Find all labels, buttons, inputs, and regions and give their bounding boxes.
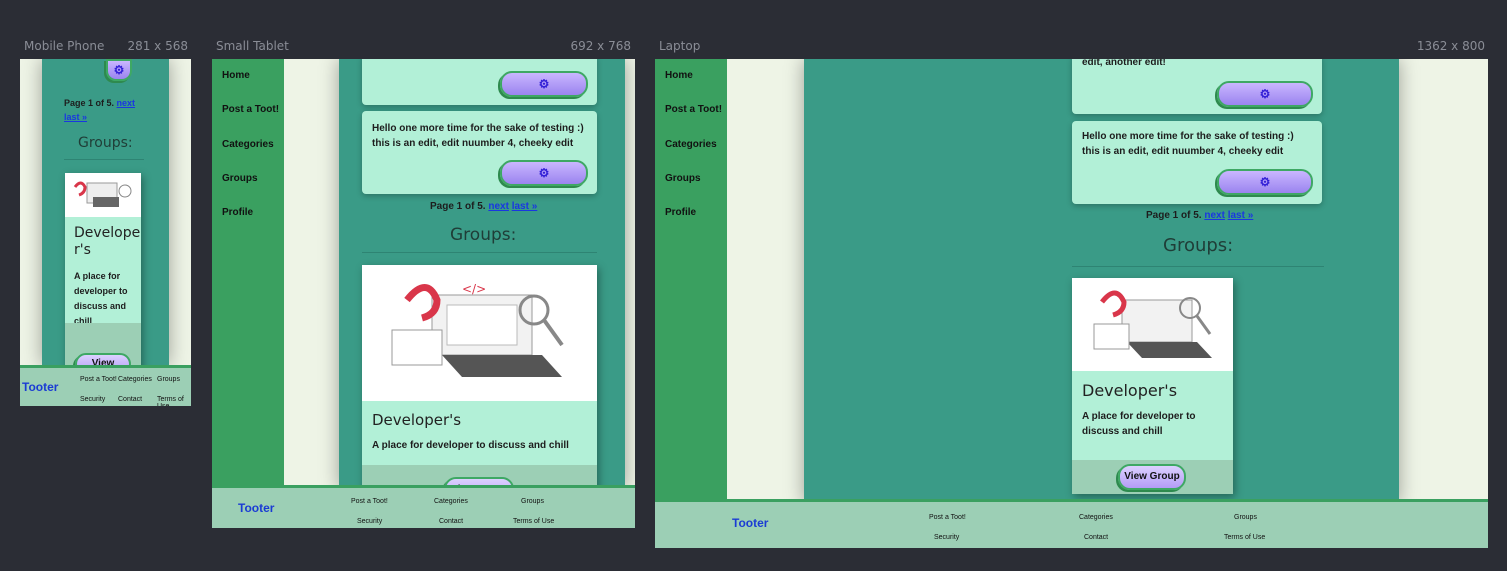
groups-heading: Groups: [78,135,133,151]
nav-groups[interactable]: Groups [665,173,701,184]
tablet-label: Small Tablet [216,39,289,53]
toot-action-button[interactable]: ⚙ [1217,169,1313,195]
next-link[interactable]: next [1204,210,1225,221]
nav-profile[interactable]: Profile [665,207,696,218]
nav-home[interactable]: Home [222,70,250,81]
group-description: A place for developer to discuss and chi… [74,271,128,326]
footer-categories-link[interactable]: Categories [434,498,468,505]
footer-post-link[interactable]: Post a Toot! [80,376,117,383]
nav-categories[interactable]: Categories [222,139,274,150]
footer-categories-link[interactable]: Categories [1079,514,1113,521]
toot-action-button[interactable]: ⚙ [500,160,588,186]
settings-icon: ⚙ [1259,87,1271,101]
group-title: Developer's [372,411,462,429]
divider [362,252,597,253]
mobile-preview: ⚙ Page 1 of 5. next last » Groups: Devel… [20,59,191,406]
laptop-size: 1362 x 800 [1416,39,1485,53]
last-link[interactable]: last » [512,201,538,212]
settings-icon: ⚙ [113,63,125,77]
mobile-label: Mobile Phone [24,39,105,53]
group-title: Developer's [1082,381,1178,400]
pagination: Page 1 of 5. next last » [430,201,538,212]
tablet-preview: Home Post a Toot! Categories Groups Prof… [212,59,635,528]
nav-profile[interactable]: Profile [222,207,253,218]
toot-text: Hello one more time for the sake of test… [1082,131,1294,157]
divider [64,159,144,160]
group-card: </> Developer's A place for developer to… [362,265,597,495]
nav-categories[interactable]: Categories [665,139,717,150]
sidebar: Home Post a Toot! Categories Groups Prof… [212,59,284,489]
divider [1072,266,1324,267]
next-link[interactable]: next [488,201,509,212]
mobile-footer: Tooter Post a Toot! Categories Groups Se… [20,365,191,406]
footer-contact-link[interactable]: Contact [439,518,463,525]
view-group-button[interactable]: View Group [1118,464,1186,490]
laptop-preview: Home Post a Toot! Categories Groups Prof… [655,59,1488,548]
footer-brand[interactable]: Tooter [732,516,768,530]
footer-groups-link[interactable]: Groups [521,498,544,505]
settings-icon: ⚙ [538,166,550,180]
pagination: Page 1 of 5. next last » [64,98,136,122]
toot-text: Hello one more time for the sake of test… [372,123,584,149]
footer-terms-link[interactable]: Terms of Use [1224,534,1265,541]
footer-categories-link[interactable]: Categories [118,376,152,383]
footer-contact-link[interactable]: Contact [118,396,142,403]
last-link[interactable]: last » [64,112,87,122]
footer-terms-link[interactable]: Terms of Use [513,518,554,525]
next-link[interactable]: next [117,98,136,108]
mobile-size: 281 x 568 [127,39,188,53]
footer-groups-link[interactable]: Groups [157,376,180,383]
group-card: Developer's A place for developer to dis… [65,173,141,373]
footer-security-link[interactable]: Security [80,396,105,403]
nav-post[interactable]: Post a Toot! [665,104,722,115]
laptop-footer: Tooter Post a Toot! Categories Groups Se… [655,499,1488,548]
group-description: A place for developer to discuss and chi… [1082,411,1196,437]
group-description: A place for developer to discuss and chi… [372,440,569,451]
footer-security-link[interactable]: Security [934,534,959,541]
toot-action-button[interactable]: ⚙ [500,71,588,97]
nav-home[interactable]: Home [665,70,693,81]
nav-groups[interactable]: Groups [222,173,258,184]
footer-post-link[interactable]: Post a Toot! [929,514,966,521]
groups-heading: Groups: [450,225,517,245]
footer-terms-link[interactable]: Terms of Use [157,396,191,406]
group-image [1072,278,1233,371]
last-link[interactable]: last » [1228,210,1254,221]
footer-security-link[interactable]: Security [357,518,382,525]
toot-action-button[interactable]: ⚙ [106,59,132,81]
toot-action-button[interactable]: ⚙ [1217,81,1313,107]
laptop-label: Laptop [659,39,701,53]
footer-brand[interactable]: Tooter [22,380,58,394]
group-image: </> [362,265,597,401]
svg-text:</>: </> [462,282,486,296]
footer-contact-link[interactable]: Contact [1084,534,1108,541]
nav-post[interactable]: Post a Toot! [222,104,279,115]
group-image [65,173,141,217]
pagination: Page 1 of 5. next last » [1146,210,1254,221]
footer-post-link[interactable]: Post a Toot! [351,498,388,505]
footer-groups-link[interactable]: Groups [1234,514,1257,521]
group-title: Developer's [74,225,141,258]
tablet-footer: Tooter Post a Toot! Categories Groups Se… [212,485,635,528]
footer-brand[interactable]: Tooter [238,501,274,515]
groups-heading: Groups: [1163,235,1234,256]
group-card: Developer's A place for developer to dis… [1072,278,1233,494]
settings-icon: ⚙ [538,77,550,91]
tablet-size: 692 x 768 [570,39,631,53]
sidebar: Home Post a Toot! Categories Groups Prof… [655,59,727,504]
settings-icon: ⚙ [1259,175,1271,189]
toot-text: edit, another edit! [1082,59,1166,68]
